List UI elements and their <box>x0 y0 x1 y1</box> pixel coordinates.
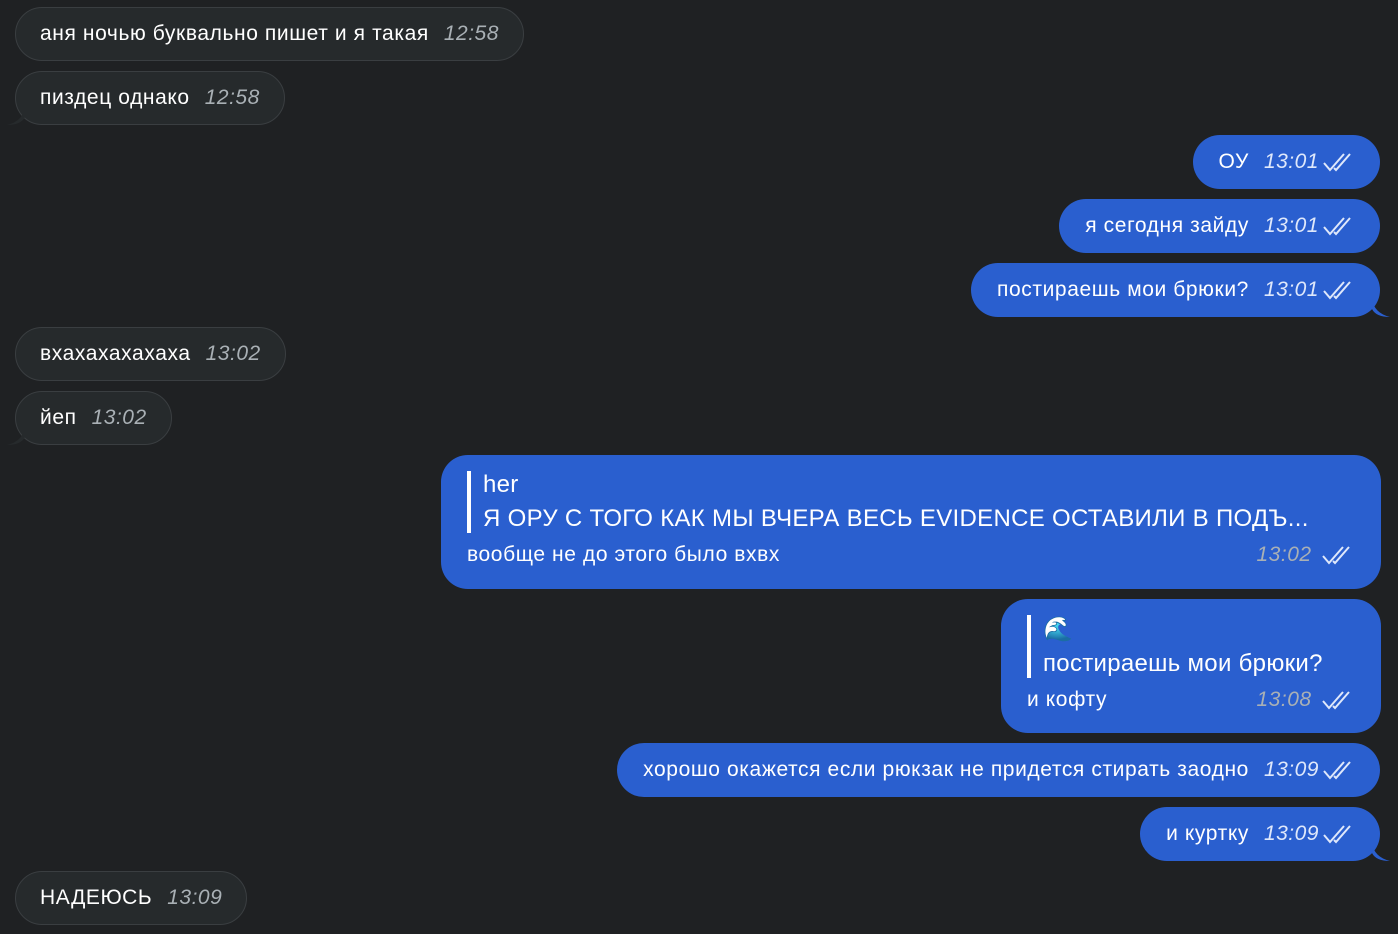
outgoing-message[interactable]: ОУ 13:01 <box>1192 135 1380 189</box>
message-text: вообще не до этого было вхвх <box>467 543 781 566</box>
double-check-icon <box>1322 151 1354 173</box>
message-text: НАДЕЮСЬ <box>40 886 153 909</box>
message-text: ОУ <box>1218 150 1249 173</box>
bubble-tail <box>1372 843 1390 861</box>
message-time: 13:01 <box>1263 214 1319 237</box>
double-check-icon <box>1322 759 1354 781</box>
message-time: 13:08 <box>1256 688 1312 711</box>
message-time: 13:09 <box>1263 822 1319 845</box>
incoming-message[interactable]: вхахахахахаха 13:02 <box>15 327 286 381</box>
reply-preview[interactable]: her Я ОРУ С ТОГО КАК МЫ ВЧЕРА ВЕСЬ EVIDE… <box>467 471 1353 533</box>
outgoing-message[interactable]: хорошо окажется если рюкзак не придется … <box>617 743 1380 797</box>
incoming-message[interactable]: аня ночью буквально пишет и я такая 12:5… <box>15 7 524 61</box>
message-text: я сегодня зайду <box>1085 214 1249 237</box>
message-text: пиздец однако <box>40 86 190 109</box>
outgoing-reply-message[interactable]: her Я ОРУ С ТОГО КАК МЫ ВЧЕРА ВЕСЬ EVIDE… <box>441 455 1381 589</box>
double-check-icon <box>1322 823 1354 845</box>
message-time: 13:02 <box>1256 543 1312 566</box>
outgoing-message[interactable]: я сегодня зайду 13:01 <box>1059 199 1380 253</box>
incoming-message[interactable]: пиздец однако 12:58 <box>7 71 285 125</box>
message-time: 13:09 <box>167 886 223 909</box>
bubble-tail <box>1372 299 1390 317</box>
message-time: 12:58 <box>204 86 260 109</box>
message-time: 12:58 <box>443 22 499 45</box>
message-time: 13:01 <box>1263 278 1319 301</box>
wave-icon: 🌊 <box>1043 616 1074 643</box>
double-check-icon <box>1322 215 1354 237</box>
message-time: 13:09 <box>1263 758 1319 781</box>
message-time: 13:02 <box>205 342 261 365</box>
double-check-icon <box>1321 544 1353 566</box>
double-check-icon <box>1322 279 1354 301</box>
bubble-tail <box>7 107 25 125</box>
message-text: и кофту <box>1027 688 1108 711</box>
message-text: йеп <box>40 406 77 429</box>
message-time: 13:02 <box>91 406 147 429</box>
bubble-tail <box>7 427 25 445</box>
reply-author: her <box>483 471 519 498</box>
reply-preview[interactable]: 🌊 постираешь мои брюки? <box>1027 615 1353 678</box>
message-text: хорошо окажется если рюкзак не придется … <box>643 758 1249 781</box>
outgoing-message[interactable]: и куртку 13:09 <box>1140 807 1390 861</box>
message-time: 13:01 <box>1263 150 1319 173</box>
message-text: вхахахахахаха <box>40 342 191 365</box>
message-text: и куртку <box>1166 822 1249 845</box>
message-text: аня ночью буквально пишет и я такая <box>40 22 429 45</box>
outgoing-message[interactable]: постираешь мои брюки? 13:01 <box>971 263 1390 317</box>
reply-quoted-text: постираешь мои брюки? <box>1043 650 1323 677</box>
outgoing-reply-message[interactable]: 🌊 постираешь мои брюки? и кофту 13:08 <box>1001 599 1381 733</box>
message-text: постираешь мои брюки? <box>997 278 1249 301</box>
incoming-message[interactable]: йеп 13:02 <box>7 391 172 445</box>
incoming-message[interactable]: НАДЕЮСЬ 13:09 <box>15 871 248 925</box>
double-check-icon <box>1321 689 1353 711</box>
reply-quoted-text: Я ОРУ С ТОГО КАК МЫ ВЧЕРА ВЕСЬ EVIDENCE … <box>483 505 1309 532</box>
